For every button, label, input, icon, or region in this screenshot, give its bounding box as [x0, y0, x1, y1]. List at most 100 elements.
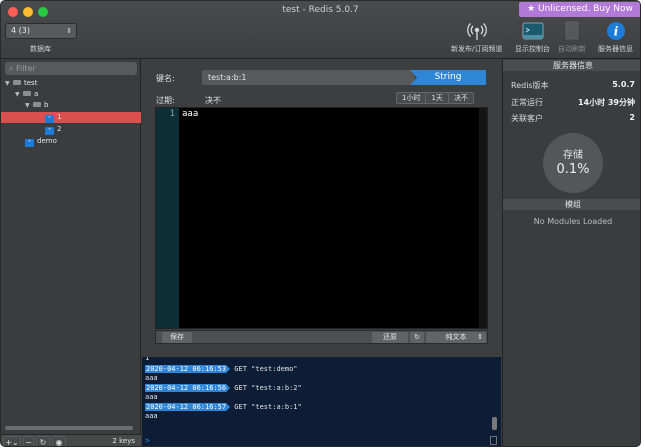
key-name-input[interactable]: test:a:b:1 [202, 70, 415, 85]
key-editor-panel: 键名: test:a:b:1 String 过期: 决不 1小时 1天 决不 1… [142, 59, 501, 357]
ttl-1hour-button[interactable]: 1小时 [397, 93, 427, 103]
modules-empty-text: No Modules Loaded [533, 217, 613, 226]
sidebar-horizontal-scrollbar[interactable] [5, 426, 133, 430]
tree-folder-test[interactable]: ▼ test [1, 78, 141, 89]
ttl-1day-button[interactable]: 1天 [426, 93, 449, 103]
storage-gauge: 存储 0.1% [543, 133, 603, 193]
ttl-preset-group: 1小时 1天 决不 [396, 92, 474, 104]
tree-key-demo[interactable]: " demo [1, 136, 141, 147]
folder-icon [13, 80, 21, 85]
tree-key-1[interactable]: " 1 [1, 112, 141, 123]
line-number-gutter: 1 [156, 108, 179, 328]
updown-arrows-icon: ⇕ [66, 27, 72, 35]
info-row-value: 5.0.7 [612, 80, 635, 89]
server-info-panel: 服务器信息 Redis版本 5.0.7 正常运行 14小时 39分钟 关联客户 … [502, 59, 640, 446]
log-command: GET "test:a:b:2" [234, 384, 302, 392]
view-options-button[interactable]: ◉ [52, 436, 66, 447]
show-console-button[interactable]: 显示控制台 [515, 21, 550, 54]
trash-icon[interactable] [490, 436, 497, 445]
ttl-never-button[interactable]: 决不 [448, 93, 473, 103]
remove-key-button[interactable]: − [23, 436, 34, 447]
tree-folder-b[interactable]: ▼ b [1, 100, 141, 111]
tree-key-2[interactable]: " 2 [1, 124, 141, 135]
info-row-label: 正常运行 [511, 98, 543, 107]
string-key-icon: " [45, 127, 54, 135]
string-key-icon: " [25, 139, 34, 147]
storage-label: 存储 [563, 150, 583, 161]
log-result: aaa [145, 412, 158, 420]
value-editor[interactable]: 1 aaa [155, 107, 488, 329]
tree-folder-a[interactable]: ▼ a [1, 89, 141, 100]
folder-icon [33, 102, 41, 107]
log-command: GET "test:a:b:1" [234, 403, 302, 411]
info-row-clients: 关联客户 2 [511, 113, 635, 124]
string-key-icon: " [45, 115, 54, 123]
info-icon: i [605, 21, 627, 41]
disclosure-triangle-icon: ▼ [15, 91, 20, 98]
info-row-value: 14小时 39分钟 [577, 98, 635, 107]
app-window: test - Redis 5.0.7 ★ Unlicensed. Buy Now… [0, 0, 641, 447]
info-row-label: Redis版本 [511, 81, 549, 90]
toolbar: test - Redis 5.0.7 ★ Unlicensed. Buy Now… [1, 1, 640, 59]
server-info-header: 服务器信息 [503, 60, 640, 71]
database-label: 数据库 [30, 45, 51, 53]
log-command-line: 2020-04-12 06:16:57 GET "test:a:b:1" [145, 403, 302, 412]
tree-label: demo [37, 137, 57, 145]
editor-footer: 保存 还原 ↻ 纯文本 ⇕ [155, 330, 488, 344]
tree-label: 1 [57, 113, 62, 121]
log-result: aaa [145, 374, 158, 382]
filter-placeholder: Filter [16, 64, 36, 73]
filter-input[interactable]: ⌕ Filter [5, 62, 137, 75]
disclosure-triangle-icon: ▼ [25, 102, 30, 109]
pubsub-channel-button[interactable]: 新发布/订阅频道 [451, 21, 502, 54]
tree-label: 2 [57, 125, 62, 133]
storage-value: 0.1% [556, 162, 590, 177]
auto-refresh-label: 自动刷新 [558, 45, 586, 53]
refresh-value-button[interactable]: ↻ [410, 332, 424, 343]
plus-icon: +⌄ [5, 438, 19, 447]
disclosure-triangle-icon: ▼ [5, 80, 10, 87]
ttl-label: 过期: [156, 96, 175, 105]
save-button[interactable]: 保存 [162, 332, 192, 343]
antenna-icon [466, 21, 488, 41]
reload-button[interactable]: ↻ [36, 436, 50, 446]
add-key-button[interactable]: +⌄ [3, 436, 21, 447]
refresh-icon: ↻ [414, 333, 420, 341]
info-row-value: 2 [629, 113, 635, 122]
log-timestamp: 2020-04-12 06:16:57 [145, 403, 230, 411]
ttl-value[interactable]: 决不 [205, 95, 221, 106]
key-type-badge: String [410, 70, 486, 85]
eye-icon: ◉ [55, 438, 63, 447]
auto-refresh-button[interactable]: 自动刷新 [558, 21, 586, 54]
minus-icon: − [25, 438, 32, 447]
key-name-label: 键名: [156, 74, 175, 83]
line-number: 1 [169, 109, 175, 119]
server-info-button[interactable]: i 服务器信息 [598, 21, 633, 54]
console-prompt[interactable]: > [145, 436, 150, 445]
editor-vertical-scrollbar[interactable] [479, 108, 487, 328]
log-timestamp: 2020-04-12 06:16:53 [145, 365, 230, 373]
refresh-doc-icon [561, 21, 583, 41]
log-command-line: 2020-04-12 06:16:53 GET "test:demo" [145, 365, 298, 374]
format-select[interactable]: 纯文本 ⇕ [426, 332, 486, 343]
unlicensed-buy-now-button[interactable]: ★ Unlicensed. Buy Now [519, 2, 640, 17]
console-log[interactable]: 1 2020-04-12 06:16:53 GET "test:demo" aa… [142, 357, 501, 446]
show-console-label: 显示控制台 [515, 45, 550, 53]
log-result: aaa [145, 393, 158, 401]
info-row-redis-version: Redis版本 5.0.7 [511, 80, 635, 91]
format-select-value: 纯文本 [445, 333, 467, 341]
keys-count: 2 keys [112, 437, 135, 445]
modules-header: 模组 [503, 199, 640, 210]
pubsub-channel-label: 新发布/订阅频道 [451, 45, 503, 53]
sidebar-footer: +⌄ − ↻ ◉ 2 keys [1, 434, 141, 447]
info-row-label: 关联客户 [511, 114, 543, 123]
value-text[interactable]: aaa [182, 109, 198, 119]
database-select[interactable]: 4 (3) ⇕ [5, 23, 77, 39]
log-line: 1 [145, 357, 150, 362]
search-icon: ⌕ [9, 64, 14, 73]
revert-button[interactable]: 还原 [372, 332, 408, 343]
tree-label: test [24, 79, 38, 87]
folder-icon [23, 91, 31, 96]
database-select-value: 4 (3) [11, 26, 30, 35]
log-vertical-scrollbar[interactable] [492, 417, 497, 430]
